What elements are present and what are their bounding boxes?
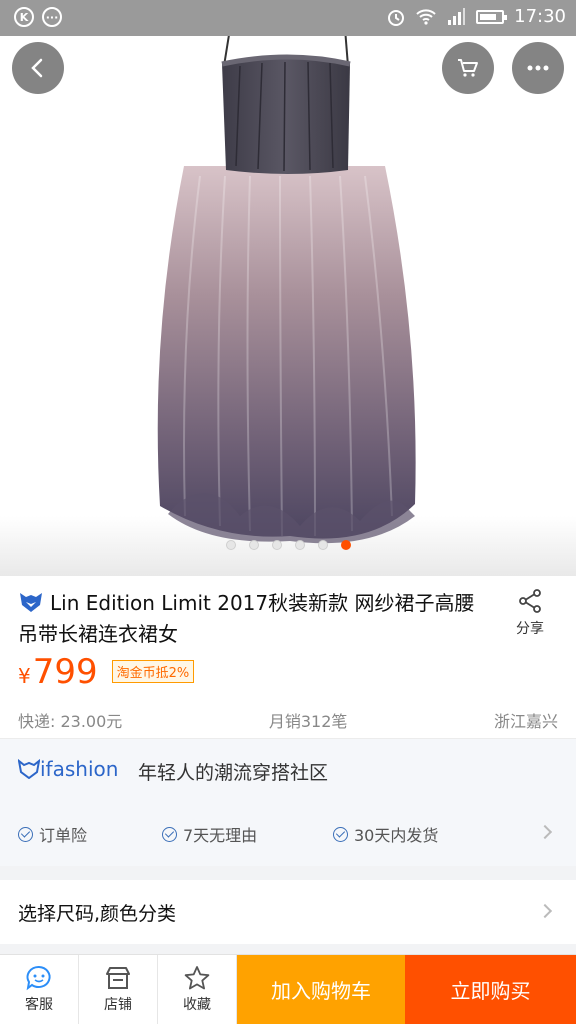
ifashion-logo-text: ifashion [40,757,119,781]
ifashion-logo: ifashion [18,757,118,781]
clock: 17:30 [514,6,566,27]
product-title: Lin Edition Limit 2017秋装新款 网纱裙子高腰吊带长裙连衣裙… [18,588,488,650]
chevron-right-icon [537,903,553,919]
check-circle-icon [18,826,33,842]
service-label: 7天无理由 [183,826,258,845]
product-title-text: Lin Edition Limit 2017秋装新款 网纱裙子高腰吊带长裙连衣裙… [18,591,475,646]
select-sku-label: 选择尺码,颜色分类 [18,903,177,925]
select-sku-row[interactable]: 选择尺码,颜色分类 [0,880,576,944]
ship-location: 浙江嘉兴 [493,712,558,731]
fox-brand-icon [20,593,42,612]
shop-label: 店铺 [104,997,132,1013]
carousel-indicator [0,540,576,550]
battery-icon [476,9,508,24]
ifashion-banner[interactable]: ifashion 年轻人的潮流穿搭社区 [0,738,576,800]
carousel-dot[interactable] [225,540,236,550]
check-circle-icon [162,826,177,842]
service-item: 30天内发货 [333,822,438,846]
service-guarantees[interactable]: 订单险 7天无理由 30天内发货 [0,800,576,866]
star-icon [184,966,210,990]
product-detail-page: K ··· 17:30 Lin Edition Limit 2017秋装新款 网… [0,0,576,1024]
fox-logo-icon [18,759,40,779]
currency-symbol: ¥ [18,664,31,688]
carousel-dot[interactable] [248,540,259,550]
price-value: 799 [32,652,98,692]
product-meta: 快递: 23.00元 月销312笔 浙江嘉兴 [18,708,558,732]
carousel-dot[interactable] [317,540,328,550]
chat-face-icon [26,965,51,991]
signal-icon [448,7,466,25]
product-image-carousel[interactable] [0,36,576,576]
shipping-fee: 快递: 23.00元 [18,712,123,731]
more-notification-icon: ··· [42,7,62,27]
chevron-right-icon [537,824,553,840]
carousel-dot[interactable] [294,540,305,550]
favorite-label: 收藏 [183,997,211,1013]
monthly-sales: 月销312笔 [268,712,348,731]
dress-image [0,36,576,576]
chevron-left-icon [31,58,43,78]
more-button[interactable] [512,42,564,94]
coin-discount-badge: 淘金币抵2% [111,660,195,683]
service-item: 7天无理由 [162,822,257,846]
store-icon [106,967,130,989]
alarm-icon [388,9,405,26]
service-label: 订单险 [39,826,88,845]
check-circle-icon [333,826,348,842]
customer-service-label: 客服 [25,997,53,1013]
price-row: ¥ 799 淘金币抵2% [18,652,195,692]
more-dots-icon [527,65,549,71]
service-label: 30天内发货 [354,826,439,845]
carousel-dot[interactable] [271,540,282,550]
customer-service-button[interactable]: 客服 [0,955,79,1024]
wifi-icon [416,8,436,25]
service-item: 订单险 [18,822,87,846]
add-to-cart-button[interactable]: 加入购物车 [237,955,405,1024]
bottom-action-bar: 客服 店铺 收藏 加入购物车 立即购买 [0,954,576,1024]
back-button[interactable] [12,42,64,94]
share-label: 分享 [516,621,544,637]
favorite-button[interactable]: 收藏 [158,955,237,1024]
share-icon [519,589,541,613]
cart-icon [458,59,478,77]
carousel-dot-active[interactable] [340,540,351,550]
cart-button[interactable] [442,42,494,94]
share-button[interactable]: 分享 [510,588,550,638]
shop-button[interactable]: 店铺 [79,955,158,1024]
k-app-icon: K [14,7,34,27]
buy-now-button[interactable]: 立即购买 [405,955,576,1024]
status-bar: K ··· 17:30 [0,0,576,36]
ifashion-slogan: 年轻人的潮流穿搭社区 [138,762,329,784]
product-info: Lin Edition Limit 2017秋装新款 网纱裙子高腰吊带长裙连衣裙… [0,576,576,738]
